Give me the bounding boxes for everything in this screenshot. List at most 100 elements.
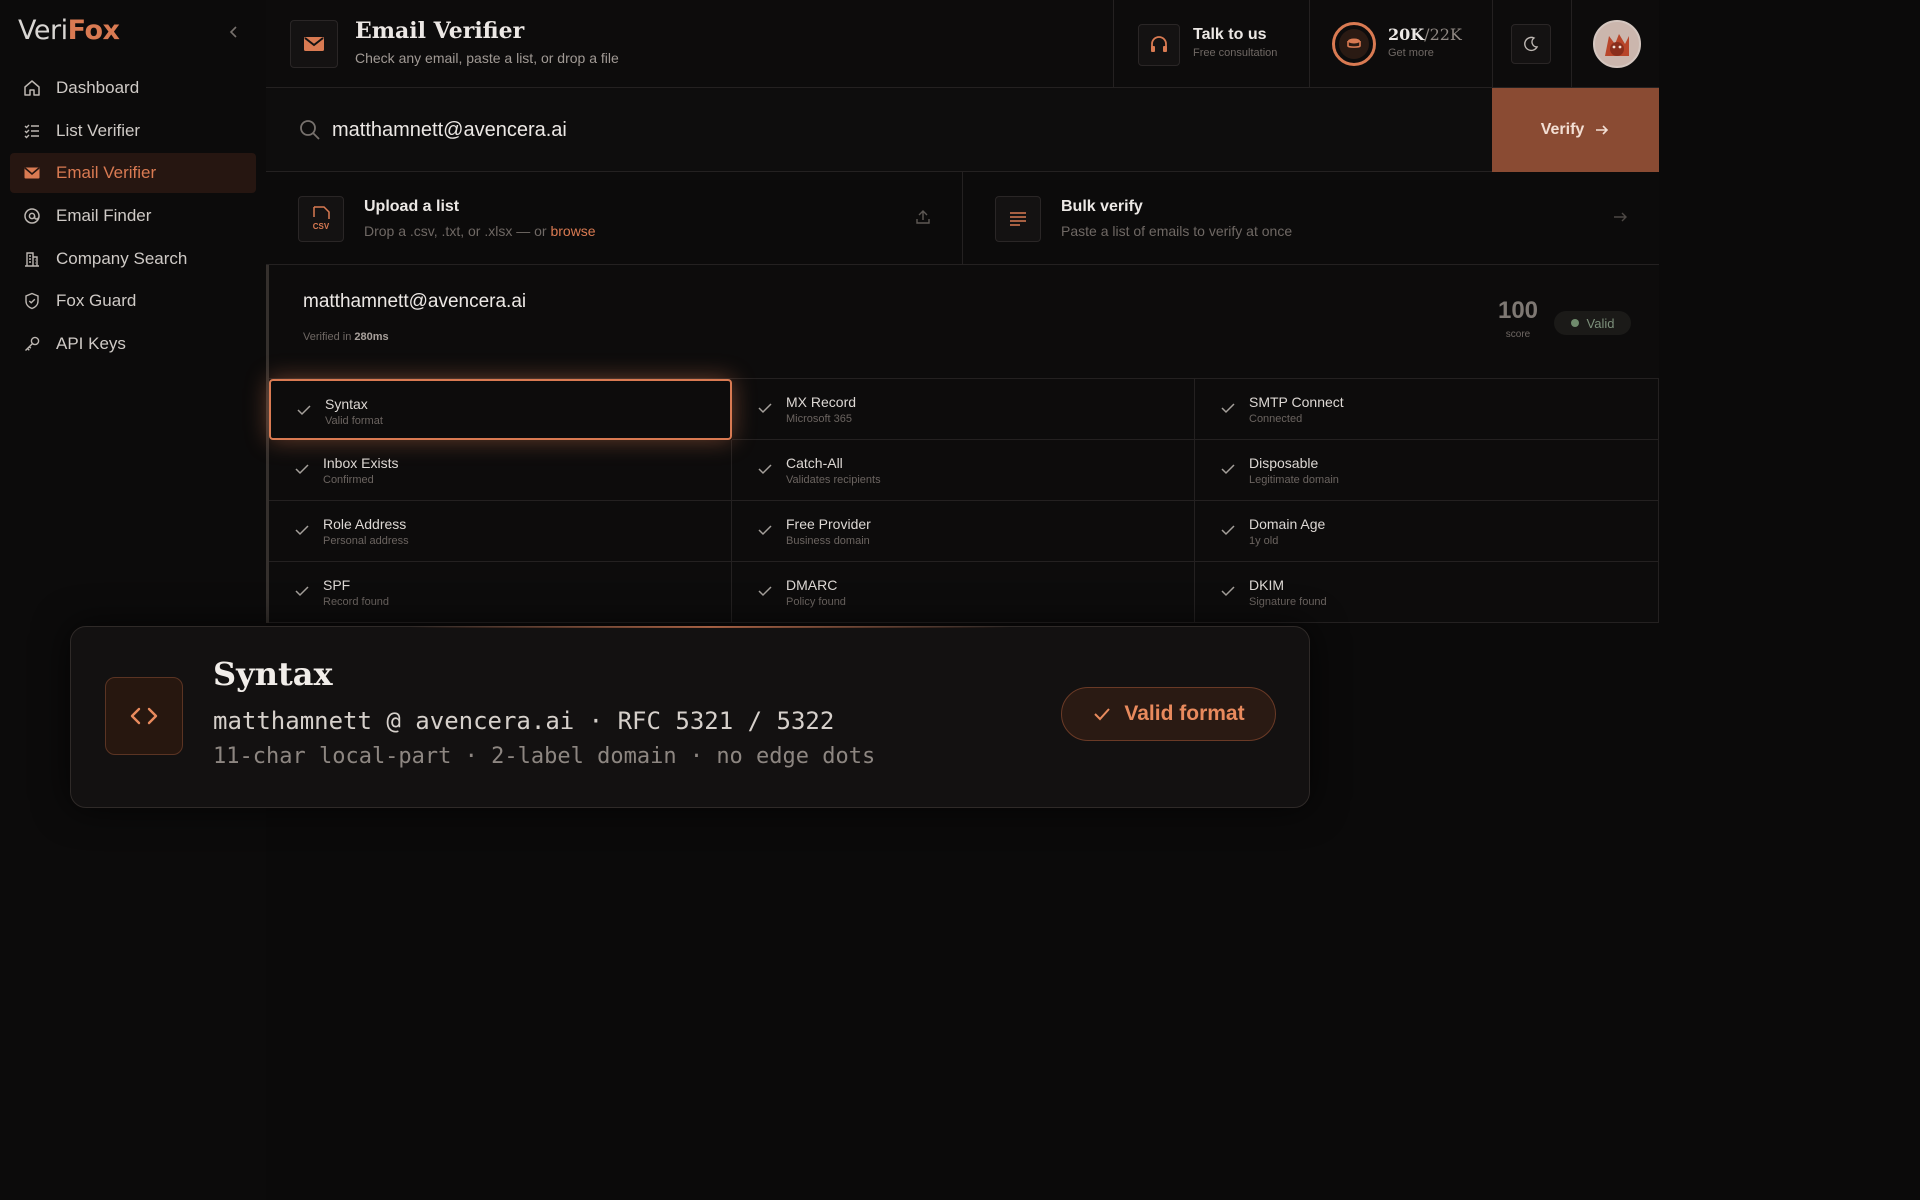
check-smtp-connect[interactable]: SMTP Connect Connected (1195, 379, 1659, 440)
shield-check-icon (25, 293, 39, 310)
check-icon (297, 405, 311, 416)
result-email: matthamnett@avencera.ai (303, 291, 527, 312)
check-subtitle: Confirmed (323, 474, 374, 486)
arrow-right-icon[interactable] (1611, 208, 1629, 226)
check-syntax[interactable]: Syntax Valid format (269, 379, 732, 440)
verified-prefix: Verified in (303, 331, 355, 343)
text-lines-icon (995, 196, 1041, 242)
header-divider (1571, 0, 1572, 88)
valid-format-badge: Valid format (1061, 687, 1276, 741)
upload-icon[interactable] (914, 208, 932, 226)
check-inbox-exists[interactable]: Inbox Exists Confirmed (269, 440, 732, 501)
check-icon (758, 464, 772, 475)
check-icon (295, 586, 309, 597)
check-dmarc[interactable]: DMARC Policy found (732, 562, 1195, 623)
sidebar-item-label: Email Finder (56, 206, 152, 226)
check-subtitle: Microsoft 365 (786, 413, 853, 425)
at-sign-icon (24, 208, 40, 224)
check-free-provider[interactable]: Free Provider Business domain (732, 501, 1195, 562)
score-value: 100 (1497, 297, 1539, 324)
mail-icon (290, 20, 338, 68)
bulk-verify-card[interactable]: Bulk verify Paste a list of emails to ve… (963, 172, 1659, 265)
talk-to-us-link[interactable]: Talk to us (1193, 26, 1267, 44)
check-domain-age[interactable]: Domain Age 1y old (1195, 501, 1659, 562)
browse-link[interactable]: browse (550, 223, 595, 239)
headset-icon[interactable] (1138, 24, 1180, 66)
check-title: SPF (323, 577, 351, 593)
csv-label: CSV (313, 222, 330, 231)
sidebar-item-list-verifier[interactable]: List Verifier (10, 111, 256, 151)
email-search-bar: Verify (266, 88, 1659, 172)
collapse-sidebar-button[interactable] (224, 22, 244, 42)
upload-list-subtitle: Drop a .csv, .txt, or .xlsx — or browse (364, 223, 596, 239)
check-disposable[interactable]: Disposable Legitimate domain (1195, 440, 1659, 501)
detail-title: Syntax (213, 655, 333, 693)
check-mx-record[interactable]: MX Record Microsoft 365 (732, 379, 1195, 440)
check-subtitle: Signature found (1249, 596, 1327, 608)
header-divider (1113, 0, 1114, 88)
check-subtitle: Valid format (325, 415, 383, 427)
logo-text-veri: Veri (18, 15, 68, 46)
theme-toggle-button[interactable] (1511, 24, 1551, 64)
header-divider (1309, 0, 1310, 88)
check-icon (1221, 586, 1235, 597)
sidebar: VeriFox Dashboard List Verifier Email Ve… (0, 0, 266, 1200)
avatar[interactable] (1593, 20, 1641, 68)
verified-time: Verified in 280ms (303, 331, 389, 343)
sidebar-item-email-verifier[interactable]: Email Verifier (10, 153, 256, 194)
check-icon (758, 586, 772, 597)
chevron-left-icon (229, 26, 237, 38)
status-badge: Valid (1554, 311, 1631, 335)
detail-line-1: matthamnett @ avencera.ai · RFC 5321 / 5… (213, 707, 835, 735)
check-role-address[interactable]: Role Address Personal address (269, 501, 732, 562)
check-icon (758, 403, 772, 414)
check-subtitle: Validates recipients (786, 474, 881, 486)
arrow-right-icon (1596, 125, 1609, 135)
verify-button[interactable]: Verify (1492, 88, 1659, 172)
upload-list-title: Upload a list (364, 198, 460, 215)
csv-file-icon: CSV (298, 196, 344, 242)
check-title: DKIM (1249, 577, 1284, 593)
page-subtitle: Check any email, paste a list, or drop a… (355, 50, 619, 66)
sidebar-item-label: Dashboard (56, 78, 140, 97)
bulk-verify-subtitle: Paste a list of emails to verify at once (1061, 223, 1293, 239)
status-dot (1570, 319, 1579, 327)
upload-list-card[interactable]: CSV Upload a list Drop a .csv, .txt, or … (266, 172, 963, 265)
check-icon (295, 464, 309, 475)
verification-result: matthamnett@avencera.ai Verified in 280m… (266, 265, 1659, 623)
sidebar-item-api-keys[interactable]: API Keys (10, 324, 256, 364)
sidebar-item-email-finder[interactable]: Email Finder (10, 196, 256, 236)
bulk-verify-title: Bulk verify (1061, 198, 1143, 215)
checks-grid: Syntax Valid format MX Record Microsoft … (269, 378, 1659, 623)
email-input[interactable] (332, 108, 1432, 152)
check-title: Role Address (323, 516, 407, 532)
check-icon (1221, 403, 1235, 414)
building-icon (25, 252, 39, 267)
check-subtitle: 1y old (1249, 535, 1279, 547)
sidebar-item-company-search[interactable]: Company Search (10, 239, 256, 279)
sidebar-item-label: Email Verifier (56, 163, 157, 183)
coins-icon (1339, 29, 1369, 59)
check-subtitle: Legitimate domain (1249, 474, 1339, 486)
code-icon (105, 677, 183, 755)
detail-line-2: 11-char local-part · 2-label domain · no… (213, 744, 876, 769)
sidebar-item-label: API Keys (56, 334, 126, 354)
check-spf[interactable]: SPF Record found (269, 562, 732, 623)
get-more-credits-link[interactable]: Get more (1388, 47, 1434, 59)
check-title: Domain Age (1249, 516, 1326, 532)
sidebar-item-dashboard[interactable]: Dashboard (10, 68, 256, 108)
mail-icon (24, 167, 40, 179)
sidebar-item-label: Company Search (56, 248, 188, 268)
sidebar-item-fox-guard[interactable]: Fox Guard (10, 281, 256, 321)
check-catch-all[interactable]: Catch-All Validates recipients (732, 440, 1195, 501)
header-divider (1492, 0, 1493, 88)
page-title: Email Verifier (355, 18, 525, 44)
moon-icon (1524, 36, 1539, 52)
check-title: Disposable (1249, 455, 1319, 471)
check-subtitle: Policy found (786, 596, 846, 608)
verifox-logo[interactable]: VeriFox (18, 15, 120, 46)
list-icon (24, 124, 39, 139)
check-dkim[interactable]: DKIM Signature found (1195, 562, 1659, 623)
check-title: Free Provider (786, 516, 871, 532)
credits-used: 20K (1388, 25, 1425, 44)
